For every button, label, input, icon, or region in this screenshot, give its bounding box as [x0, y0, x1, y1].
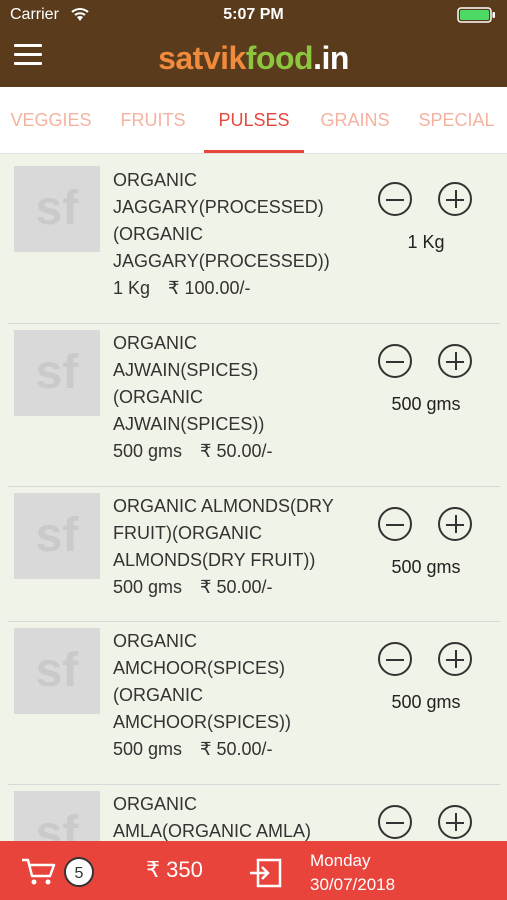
- product-unit: 500 gms: [113, 739, 183, 759]
- cart-total: ₹ 350: [146, 857, 203, 882]
- status-bar: Carrier 5:07 PM: [0, 0, 507, 30]
- plus-icon[interactable]: [438, 642, 472, 676]
- plus-icon[interactable]: [438, 344, 472, 378]
- product-image: sf: [14, 166, 100, 252]
- product-unit: 1 Kg: [113, 278, 151, 298]
- quantity-label: 500 gms: [391, 394, 461, 414]
- minus-icon[interactable]: [378, 344, 412, 378]
- product-info: ORGANIC AMCHOOR(SPICES) (ORGANIC AMCHOOR…: [113, 628, 353, 763]
- delivery-date: Monday 30/07/2018: [310, 849, 395, 897]
- plus-icon[interactable]: [438, 182, 472, 216]
- product-image: sf: [14, 330, 100, 416]
- product-info: ORGANIC ALMONDS(DRY FRUIT)(ORGANIC ALMON…: [113, 493, 363, 601]
- brand-logo: satvikfood.in: [158, 40, 349, 76]
- tab-grains[interactable]: GRAINS: [304, 87, 406, 153]
- product-list: sf ORGANIC JAGGARY(PROCESSED) (ORGANIC J…: [0, 153, 507, 841]
- minus-icon[interactable]: [378, 507, 412, 541]
- product-price: ₹ 100.00/-: [168, 278, 251, 298]
- product-info: ORGANIC AJWAIN(SPICES) (ORGANIC AJWAIN(S…: [113, 330, 353, 465]
- cart-footer: 5 ₹ 350 Monday 30/07/2018: [0, 841, 507, 900]
- quantity-label: 500 gms: [391, 557, 461, 577]
- product-image: sf: [14, 628, 100, 714]
- tab-veggies[interactable]: VEGGIES: [0, 87, 102, 153]
- product-meta: 500 gms ₹ 50.00/-: [113, 574, 363, 601]
- product-name: ORGANIC ALMONDS(DRY FRUIT)(ORGANIC ALMON…: [113, 496, 334, 570]
- product-price: ₹ 50.00/-: [200, 441, 273, 461]
- category-tabs: VEGGIES FRUITS PULSES GRAINS SPECIAL: [0, 87, 507, 154]
- product-price: ₹ 50.00/-: [200, 577, 273, 597]
- product-unit: 500 gms: [113, 441, 183, 461]
- minus-icon[interactable]: [378, 642, 412, 676]
- product-meta: 500 gms ₹ 50.00/-: [113, 438, 353, 465]
- list-item: sf ORGANIC JAGGARY(PROCESSED) (ORGANIC J…: [8, 153, 500, 324]
- product-meta: 1 Kg ₹ 100.00/-: [113, 275, 353, 302]
- quantity-label: 1 Kg: [407, 232, 445, 252]
- product-name: ORGANIC AMLA(ORGANIC AMLA): [113, 794, 312, 841]
- product-meta: 500 gms ₹ 50.00/-: [113, 736, 353, 763]
- list-item: sf ORGANIC ALMONDS(DRY FRUIT)(ORGANIC AL…: [8, 486, 500, 622]
- product-unit: 500 gms: [113, 577, 183, 597]
- plus-icon[interactable]: [438, 507, 472, 541]
- list-item: sf ORGANIC AMCHOOR(SPICES) (ORGANIC AMCH…: [8, 621, 500, 785]
- plus-icon[interactable]: [438, 805, 472, 839]
- cart-count-badge: 5: [64, 857, 94, 887]
- tab-special[interactable]: SPECIAL: [406, 87, 507, 153]
- minus-icon[interactable]: [378, 182, 412, 216]
- app-header: Carrier 5:07 PM satvikfood.in: [0, 0, 507, 87]
- product-name: ORGANIC AJWAIN(SPICES) (ORGANIC AJWAIN(S…: [113, 333, 265, 434]
- product-image: sf: [14, 493, 100, 579]
- product-info: ORGANIC AMLA(ORGANIC AMLA): [113, 791, 353, 841]
- product-name: ORGANIC AMCHOOR(SPICES) (ORGANIC AMCHOOR…: [113, 631, 292, 732]
- tab-pulses[interactable]: PULSES: [204, 87, 304, 153]
- tab-fruits[interactable]: FRUITS: [102, 87, 204, 153]
- product-name: ORGANIC JAGGARY(PROCESSED) (ORGANIC JAGG…: [113, 170, 330, 271]
- cart-icon[interactable]: [20, 857, 60, 887]
- quantity-label: 500 gms: [391, 692, 461, 712]
- list-item: sf ORGANIC AJWAIN(SPICES) (ORGANIC AJWAI…: [8, 323, 500, 487]
- battery-icon: [457, 7, 495, 23]
- list-item: sf ORGANIC AMLA(ORGANIC AMLA): [8, 784, 500, 841]
- delivery-day: Monday: [310, 851, 371, 870]
- product-price: ₹ 50.00/-: [200, 739, 273, 759]
- logout-icon[interactable]: [248, 858, 282, 888]
- product-info: ORGANIC JAGGARY(PROCESSED) (ORGANIC JAGG…: [113, 167, 353, 302]
- clock: 5:07 PM: [223, 6, 284, 23]
- minus-icon[interactable]: [378, 805, 412, 839]
- delivery-date-value: 30/07/2018: [310, 875, 396, 894]
- product-image: sf: [14, 791, 100, 841]
